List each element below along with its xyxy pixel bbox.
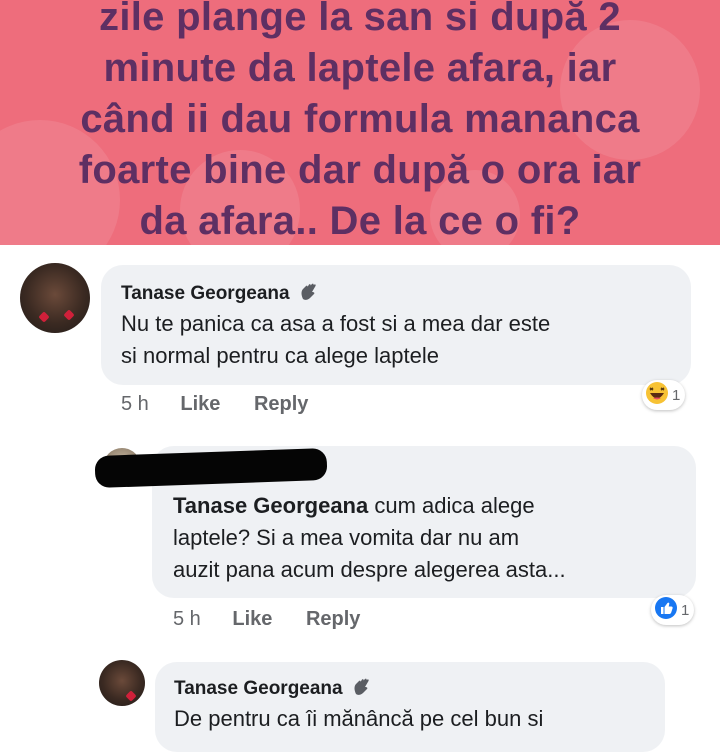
like-button[interactable]: Like: [180, 393, 220, 416]
like-button[interactable]: Like: [232, 608, 272, 631]
reaction-badge[interactable]: 1: [651, 595, 695, 625]
comment-line: Nu te panica ca asa a fost si a mea dar …: [121, 311, 551, 336]
post-line: zile plange la san si după 2: [99, 0, 621, 39]
post-line: când ii dau formula mananca: [80, 97, 640, 141]
comment-line: si normal pentru ca alege laptele: [121, 343, 439, 368]
post-line: minute da laptele afara, iar: [103, 46, 617, 90]
like-thumb-icon: [654, 596, 678, 624]
reply-button[interactable]: Reply: [306, 608, 360, 631]
comment-actions: 5 h Like Reply: [121, 393, 308, 416]
comment-author[interactable]: Tanase Georgeana: [121, 282, 318, 305]
comment-line: auzit pana acum despre alegerea asta...: [173, 557, 566, 582]
comment-timestamp[interactable]: 5 h: [121, 393, 149, 416]
mention-link[interactable]: Tanase Georgeana: [173, 493, 368, 518]
post-line: da afara.. De la ce o fi?: [139, 199, 581, 243]
post-line: foarte bine dar după o ora iar: [78, 148, 642, 192]
comment-text: De pentru ca îi mănâncă pe cel bun si: [174, 706, 544, 731]
comment-text: Nu te panica ca asa a fost si a mea dar …: [121, 308, 681, 372]
wave-icon: [298, 282, 318, 302]
reaction-badge[interactable]: 1: [642, 380, 686, 410]
avatar[interactable]: [20, 263, 90, 333]
author-name[interactable]: Tanase Georgeana: [174, 678, 343, 699]
heart-decoration: [63, 309, 75, 321]
comment-line: cum adica alege: [368, 493, 535, 518]
heart-decoration: [125, 690, 137, 702]
comment-actions: 5 h Like Reply: [173, 608, 360, 631]
wave-icon: [351, 677, 371, 697]
reaction-count: 1: [672, 386, 681, 404]
author-name[interactable]: Tanase Georgeana: [121, 283, 290, 304]
reaction-count: 1: [681, 601, 690, 619]
avatar[interactable]: [99, 660, 145, 706]
comment-text: Tanase Georgeana cum adica alege laptele…: [173, 490, 683, 586]
heart-decoration: [38, 311, 50, 323]
post-text: zile plange la san si după 2 minute da l…: [20, 0, 700, 245]
comment-line: laptele? Si a mea vomita dar nu am: [173, 525, 520, 550]
post-background-banner: zile plange la san si după 2 minute da l…: [0, 0, 720, 245]
comment-author[interactable]: Tanase Georgeana: [174, 677, 371, 700]
haha-emoji-icon: [645, 381, 669, 409]
comment-timestamp[interactable]: 5 h: [173, 608, 201, 631]
reply-button[interactable]: Reply: [254, 393, 308, 416]
